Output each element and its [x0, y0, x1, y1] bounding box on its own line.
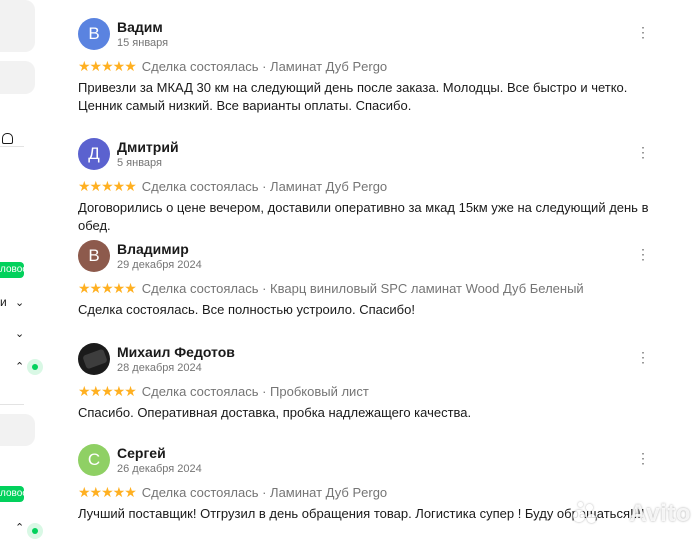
chevron-down-icon[interactable]: ⌄	[15, 296, 24, 309]
rating-stars-icon: ★★★★★	[78, 383, 137, 399]
divider	[0, 404, 24, 405]
sidebar-item-label: и	[0, 295, 7, 309]
chevron-down-icon[interactable]: ⌄	[15, 327, 24, 340]
avatar[interactable]: Д	[78, 138, 110, 170]
green-badge: ловое	[0, 262, 28, 278]
more-vertical-icon[interactable]: ⋮	[636, 350, 650, 364]
review-text: Привезли за МКАД 30 км на следующий день…	[78, 80, 628, 113]
deal-info: Сделка состоялась · Ламинат Дуб Pergo	[141, 485, 388, 500]
review-text: Спасибо. Оперативная доставка, пробка на…	[78, 405, 472, 420]
reviewer-name[interactable]: Дмитрий	[117, 139, 179, 155]
more-vertical-icon[interactable]: ⋮	[636, 451, 650, 465]
online-dot-icon	[27, 359, 43, 375]
deal-info: Сделка состоялась · Пробковый лист	[141, 384, 369, 399]
review-meta: ★★★★★ Сделка состоялась · Ламинат Дуб Per…	[78, 178, 387, 195]
review-date: 28 декабря 2024	[117, 362, 202, 374]
avatar[interactable]: С	[78, 444, 110, 476]
notifications-button[interactable]	[0, 61, 35, 144]
review-meta: ★★★★★ Сделка состоялась · Ламинат Дуб Per…	[78, 58, 387, 75]
chevron-up-icon[interactable]: ⌃	[15, 360, 24, 373]
avatar[interactable]: В	[78, 240, 110, 272]
chevron-up-icon[interactable]: ⌃	[15, 521, 24, 534]
deal-info: Сделка состоялась · Кварц виниловый SPC …	[141, 281, 584, 296]
deal-info: Сделка состоялась · Ламинат Дуб Pergo	[141, 59, 388, 74]
review-date: 15 января	[117, 37, 169, 49]
avatar[interactable]: В	[78, 18, 110, 50]
avatar[interactable]	[78, 343, 110, 375]
bell-icon	[2, 133, 13, 144]
sidebar-card[interactable]	[0, 414, 35, 446]
review-date: 29 декабря 2024	[117, 259, 202, 271]
reviewer-name[interactable]: Михаил Федотов	[117, 344, 235, 360]
rating-stars-icon: ★★★★★	[78, 178, 137, 194]
review-date: 5 января	[117, 157, 162, 169]
rating-stars-icon: ★★★★★	[78, 484, 137, 500]
review-text: Сделка состоялась. Все полностью устроил…	[78, 302, 415, 317]
rating-stars-icon: ★★★★★	[78, 280, 137, 296]
online-dot-icon	[27, 523, 43, 539]
avito-watermark: Avito	[629, 500, 691, 527]
review-date: 26 декабря 2024	[117, 463, 202, 475]
reviewer-name[interactable]: Владимир	[117, 241, 189, 257]
review-meta: ★★★★★ Сделка состоялась · Кварц виниловый…	[78, 280, 584, 297]
sidebar: ловое и ⌄ ⌄ ⌃ ловое ⌃	[0, 0, 56, 540]
more-vertical-icon[interactable]: ⋮	[636, 25, 650, 39]
reviewer-name[interactable]: Сергей	[117, 445, 166, 461]
rating-stars-icon: ★★★★★	[78, 58, 137, 74]
reviewer-name[interactable]: Вадим	[117, 19, 163, 35]
review-text: Договорились о цене вечером, доставили о…	[78, 200, 649, 233]
more-vertical-icon[interactable]: ⋮	[636, 247, 650, 261]
review-meta: ★★★★★ Сделка состоялась · Пробковый лист	[78, 383, 369, 400]
more-vertical-icon[interactable]: ⋮	[636, 145, 650, 159]
green-badge: ловое	[0, 486, 28, 502]
sidebar-card[interactable]	[0, 0, 35, 52]
review-meta: ★★★★★ Сделка состоялась · Ламинат Дуб Per…	[78, 484, 387, 501]
avito-logo-icon	[573, 502, 599, 524]
deal-info: Сделка состоялась · Ламинат Дуб Pergo	[141, 179, 388, 194]
divider	[0, 146, 24, 147]
